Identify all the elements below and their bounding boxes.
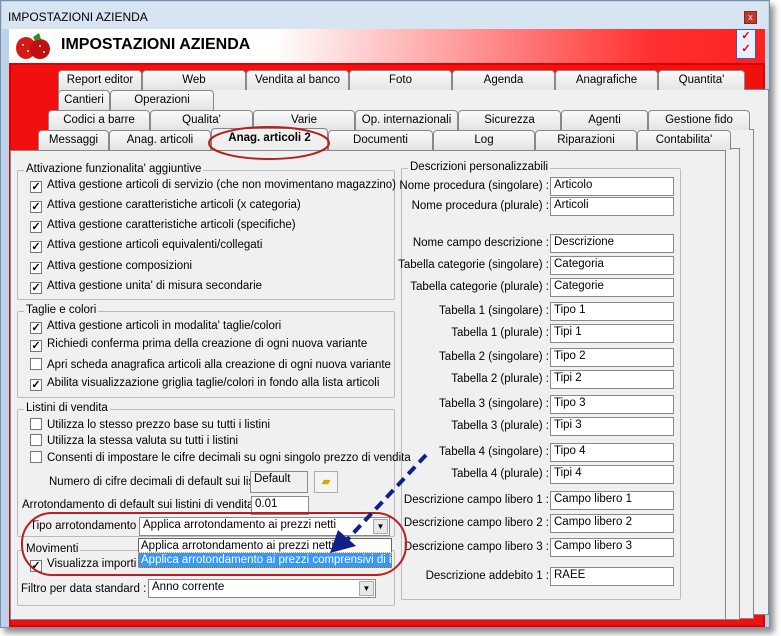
arrow-annotation: [343, 453, 428, 544]
arrow-head: [330, 530, 356, 553]
annotation-overlay: [21, 126, 428, 576]
highlight-ellipse: [208, 126, 330, 160]
